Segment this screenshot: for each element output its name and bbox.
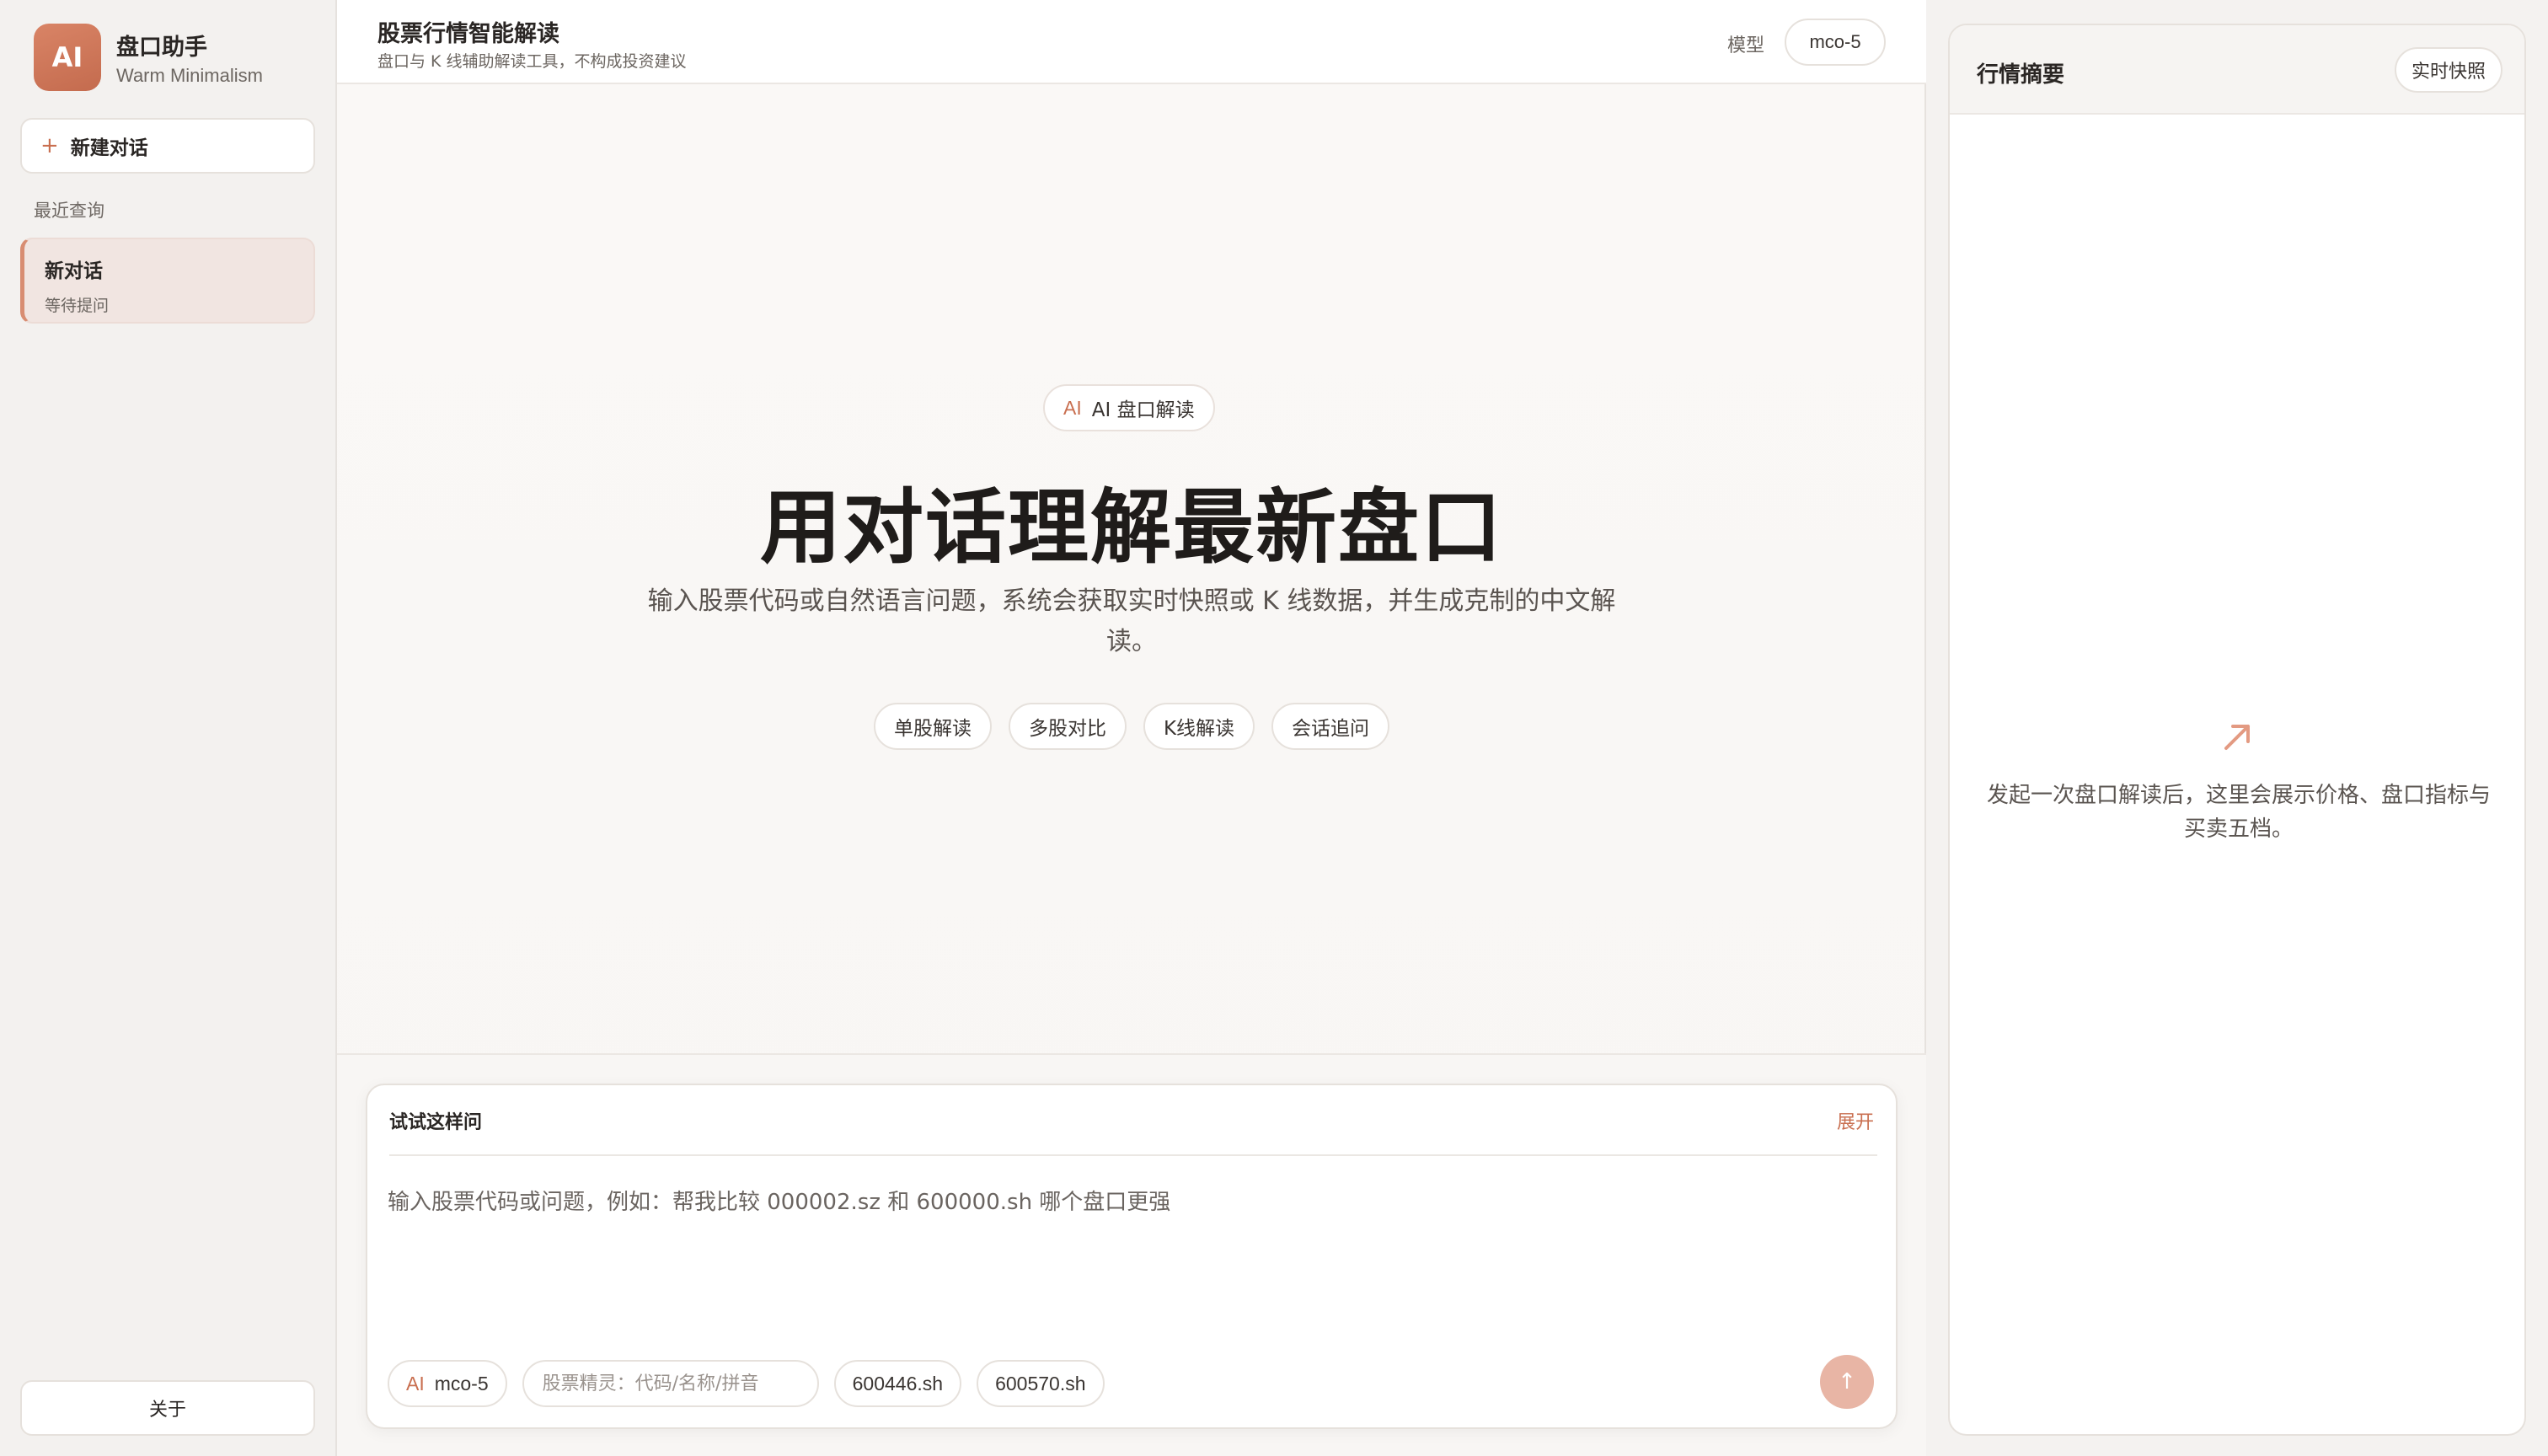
- stock-search-input[interactable]: [522, 1360, 819, 1407]
- send-button[interactable]: ↑: [1820, 1355, 1874, 1409]
- main-area: 股票行情智能解读 盘口与 K 线辅助解读工具，不构成投资建议 模型 mco-5 …: [337, 0, 1926, 1456]
- recent-item[interactable]: 新对话 等待提问: [20, 238, 315, 324]
- quick-stock-chip[interactable]: 600570.sh: [977, 1360, 1105, 1407]
- feature-chips: 单股解读 多股对比 K线解读 会话追问: [337, 703, 1926, 750]
- quick-stock-chip[interactable]: 600446.sh: [833, 1360, 962, 1407]
- chip-single-stock[interactable]: 单股解读: [873, 703, 992, 750]
- plus-icon: +: [40, 133, 59, 158]
- composer-divider: [389, 1154, 1877, 1156]
- market-summary-panel: 行情摘要 实时快照 发起一次盘口解读后，这里会展示价格、盘口指标与买卖五档。: [1948, 24, 2526, 1436]
- page-title: 股票行情智能解读: [377, 21, 559, 47]
- suggestions-title: 试试这样问: [389, 1112, 483, 1133]
- app-logo: AI: [34, 24, 101, 91]
- composer-model-label: mco-5: [434, 1372, 489, 1394]
- model-selector[interactable]: mco-5: [1785, 19, 1886, 66]
- top-bar: 股票行情智能解读 盘口与 K 线辅助解读工具，不构成投资建议 模型 mco-5: [337, 0, 1926, 84]
- market-summary-empty-text: 发起一次盘口解读后，这里会展示价格、盘口指标与买卖五档。: [1986, 783, 2491, 842]
- about-button[interactable]: 关于: [20, 1380, 315, 1436]
- market-summary-header: 行情摘要 实时快照: [1950, 25, 2524, 115]
- market-summary-title: 行情摘要: [1977, 62, 2065, 88]
- chip-follow-up[interactable]: 会话追问: [1271, 703, 1390, 750]
- composer-model-chip[interactable]: AI mco-5: [388, 1360, 507, 1407]
- hero-badge: AI AI 盘口解读: [1043, 384, 1215, 431]
- hero-title: 用对话理解最新盘口: [760, 480, 1503, 575]
- chip-multi-compare[interactable]: 多股对比: [1008, 703, 1127, 750]
- hero-description: 输入股票代码或自然语言问题，系统会获取实时快照或 K 线数据，并生成克制的中文解…: [647, 586, 1616, 656]
- realtime-snapshot-button[interactable]: 实时快照: [2394, 47, 2502, 93]
- app-tagline: Warm Minimalism: [116, 64, 263, 86]
- arrow-up-icon: ↑: [1838, 1369, 1856, 1394]
- ai-icon: AI: [1063, 396, 1082, 419]
- new-chat-label: 新建对话: [70, 137, 148, 159]
- recent-item-title: 新对话: [45, 260, 103, 282]
- composer-footer: AI mco-5 600446.sh 600570.sh: [388, 1360, 1105, 1407]
- composer-area: 试试这样问 展开 AI mco-5 600446.sh 600570.sh ↑: [337, 1053, 1926, 1456]
- chip-kline[interactable]: K线解读: [1143, 703, 1255, 750]
- brand: AI 盘口助手 Warm Minimalism: [34, 24, 263, 91]
- model-label: 模型: [1727, 35, 1765, 56]
- composer: 试试这样问 展开 AI mco-5 600446.sh 600570.sh ↑: [366, 1084, 1898, 1429]
- page-subtitle: 盘口与 K 线辅助解读工具，不构成投资建议: [377, 52, 687, 71]
- hero-badge-label: AI 盘口解读: [1091, 399, 1195, 421]
- brand-text: 盘口助手 Warm Minimalism: [116, 29, 263, 87]
- ai-icon: AI: [406, 1372, 425, 1394]
- new-chat-button[interactable]: + 新建对话: [20, 118, 315, 174]
- app-name: 盘口助手: [116, 34, 207, 61]
- recent-item-status: 等待提问: [45, 297, 110, 315]
- arrow-up-right-icon: [2224, 725, 2250, 750]
- sidebar: AI 盘口助手 Warm Minimalism + 新建对话 最近查询 新对话 …: [0, 0, 337, 1456]
- recent-section-label: 最近查询: [34, 201, 104, 221]
- prompt-input[interactable]: [388, 1185, 1876, 1311]
- expand-suggestions-link[interactable]: 展开: [1837, 1107, 1874, 1134]
